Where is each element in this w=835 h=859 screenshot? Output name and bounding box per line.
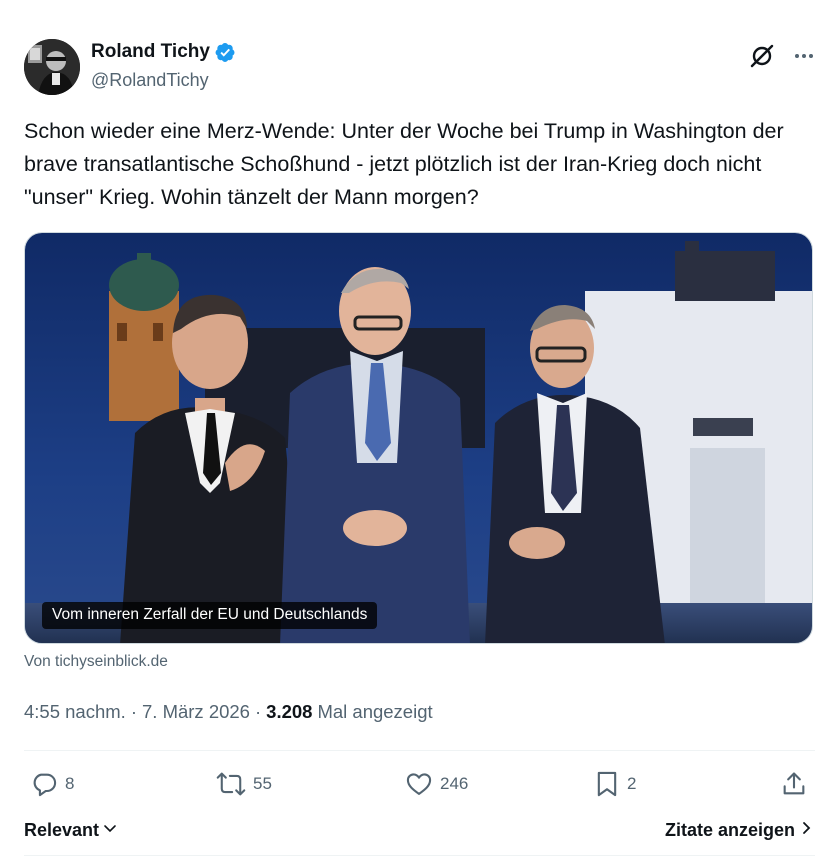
meta-separator: · [130,701,137,722]
tweet-header: Roland Tichy @RolandTichy [24,38,815,98]
reply-icon [30,770,58,798]
verified-badge-icon [215,42,236,63]
author-handle[interactable]: @RolandTichy [91,70,236,91]
share-button[interactable] [780,766,808,802]
repost-icon [216,770,246,798]
chevron-down-icon [102,820,118,841]
like-icon [405,770,433,798]
link-card-source[interactable]: Von tichyseinblick.de [24,653,168,671]
link-card-image[interactable]: Vom inneren Zerfall der EU und Deutschla… [24,232,813,644]
tweet-date[interactable]: 7. März 2026 [142,701,250,723]
replies-footer: Relevant Zitate anzeigen [24,816,813,844]
bookmark-button[interactable]: 2 [594,766,636,802]
author-display-name[interactable]: Roland Tichy [91,41,210,63]
like-button[interactable]: 246 [405,766,468,802]
views-label: Mal angezeigt [317,701,433,722]
share-icon [780,770,808,798]
repost-button[interactable]: 55 [216,766,272,802]
tweet-time[interactable]: 4:55 nachm. [24,701,126,723]
reply-count: 8 [65,774,75,793]
meta-separator-2: · [254,701,262,722]
sort-label: Relevant [24,819,100,840]
link-card-title[interactable]: Vom inneren Zerfall der EU und Deutschla… [42,602,378,629]
author-names: Roland Tichy @RolandTichy [91,41,236,91]
repost-count: 55 [253,774,272,793]
divider [24,750,815,751]
action-bar: 8 55 246 2 [24,766,813,802]
bookmark-icon [594,770,620,798]
view-quotes-link[interactable]: Zitate anzeigen [665,820,813,841]
chevron-right-icon [801,820,813,841]
sort-dropdown[interactable]: Relevant [24,820,118,841]
quotes-label: Zitate anzeigen [664,819,795,840]
grok-icon[interactable] [749,43,775,69]
more-icon[interactable] [793,45,815,67]
views-count: 3.208 [266,701,313,722]
reply-button[interactable]: 8 [30,766,74,802]
avatar[interactable] [24,39,80,95]
bookmark-count: 2 [627,774,637,793]
tweet-text: Schon wieder eine Merz-Wende: Unter der … [24,119,784,209]
divider-2 [24,807,815,808]
tweet-meta: 4:55 nachm. · 7. März 2026 · 3.208 Mal a… [24,701,433,723]
like-count: 246 [440,774,469,793]
divider-bottom [24,855,815,856]
